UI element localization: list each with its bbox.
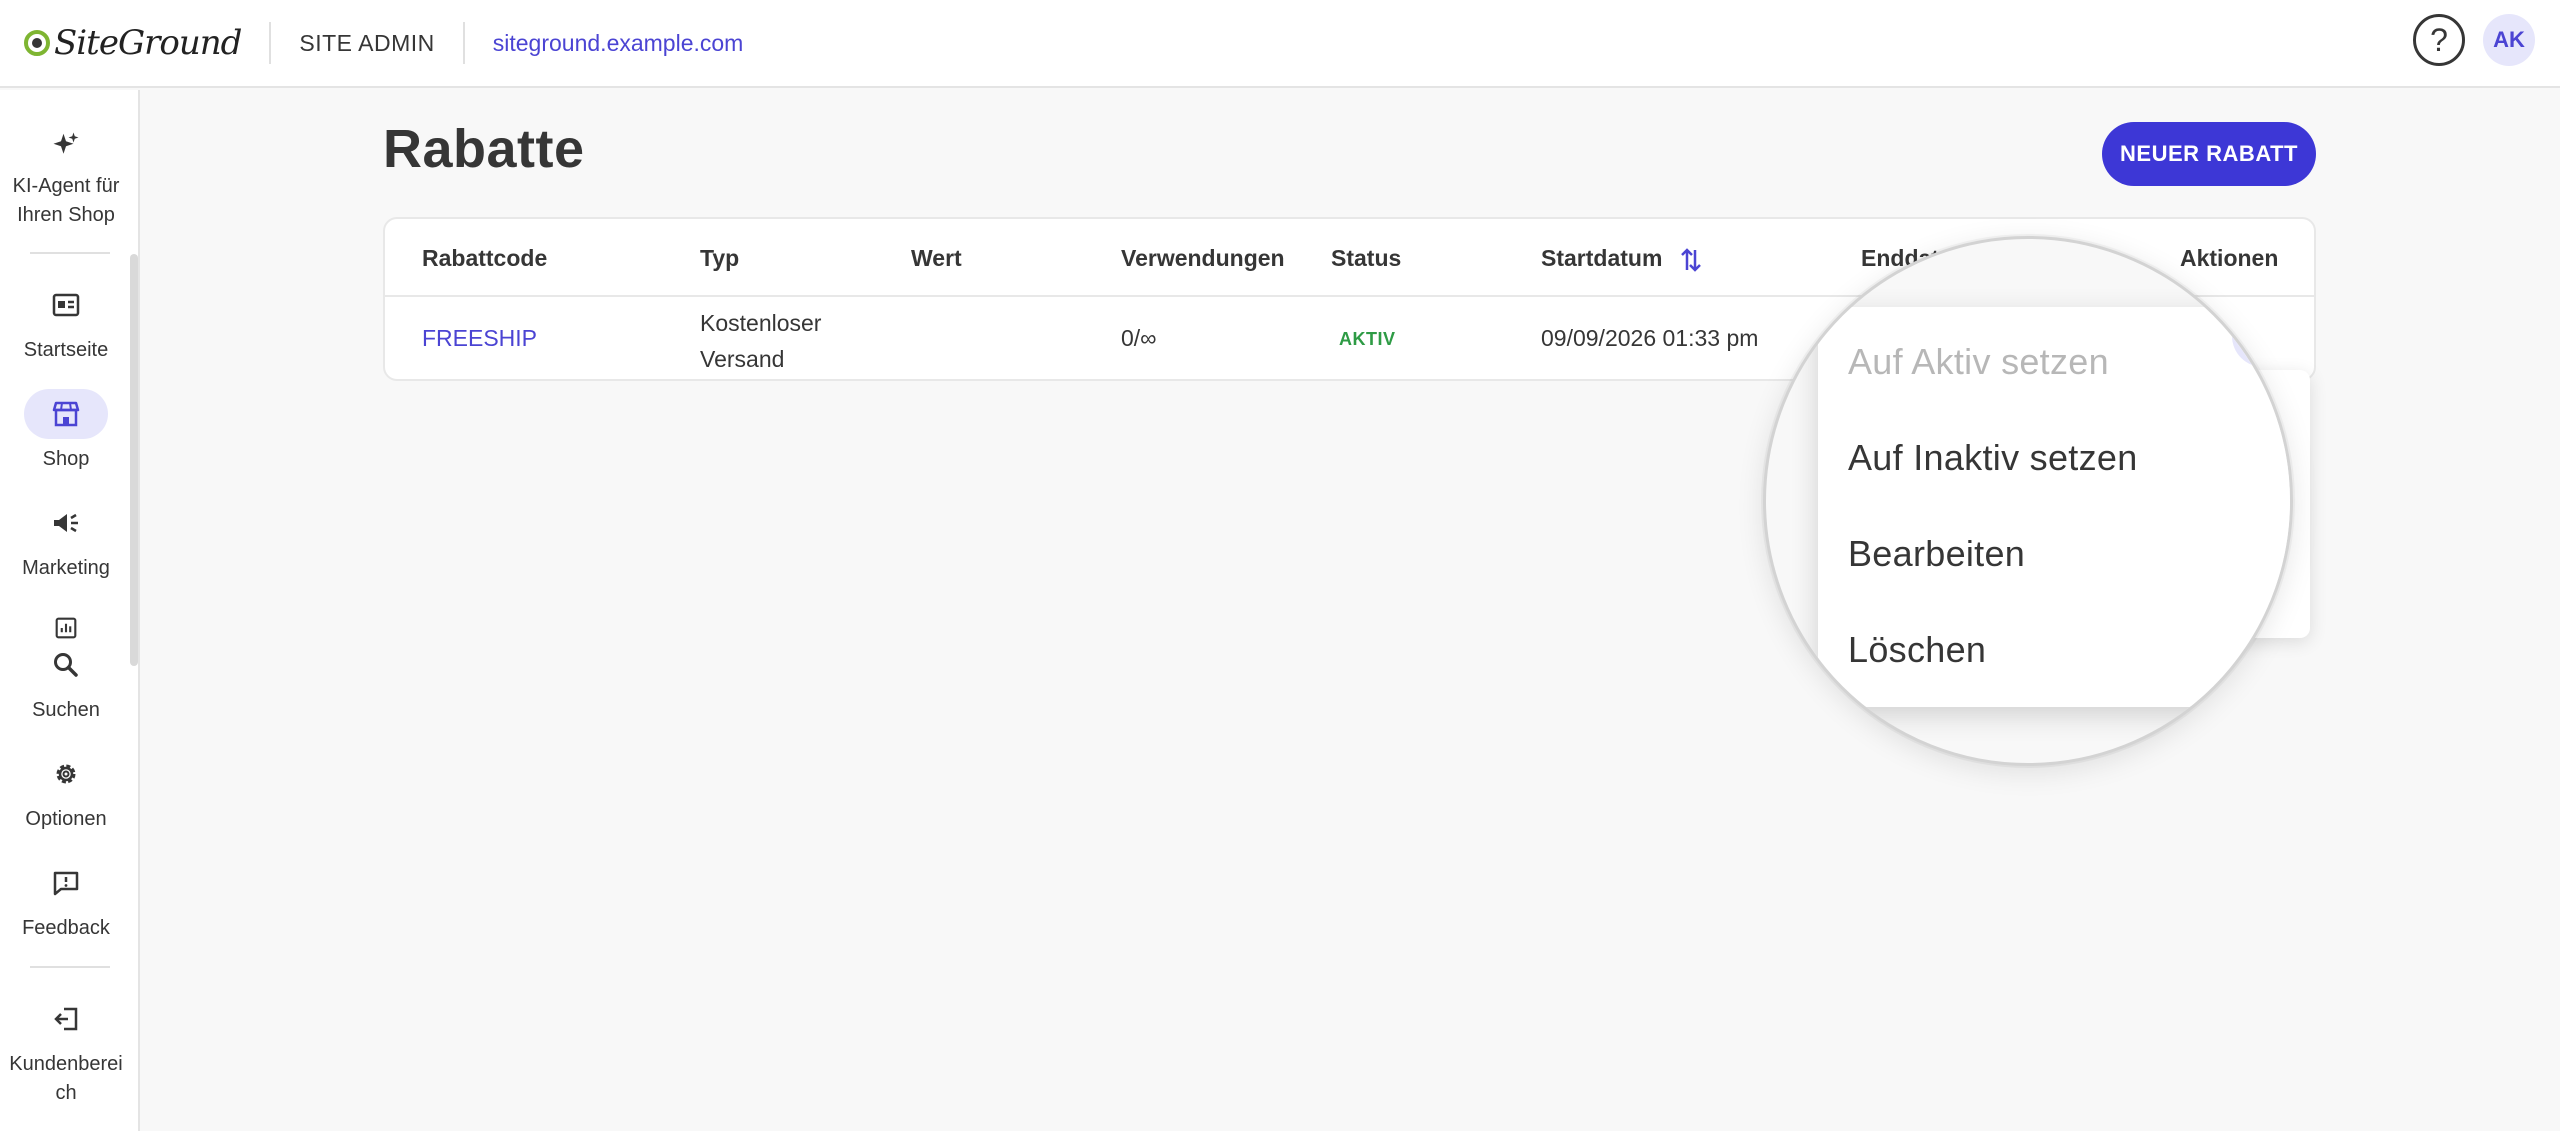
avatar[interactable]: AK <box>2483 14 2535 66</box>
column-header-status: Status <box>1331 245 1402 271</box>
sidebar-item-suchen[interactable]: Suchen <box>0 640 132 725</box>
sidebar-item-label: Optionen <box>25 808 107 830</box>
help-button[interactable]: ? <box>2413 14 2465 66</box>
column-header-verwendungen: Verwendungen <box>1121 245 1285 271</box>
menu-item-set-active: Auf Aktiv setzen <box>1848 341 2109 382</box>
column-header-wert: Wert <box>911 245 962 271</box>
action-menu: Auf Aktiv setzen Auf Inaktiv setzen Bear… <box>1818 307 2290 707</box>
column-header-startdatum[interactable]: Startdatum <box>1541 245 1703 274</box>
sidebar-item-label: Startseite <box>23 339 109 361</box>
sidebar-item-analytics-partial[interactable] <box>0 617 132 639</box>
sparkle-icon <box>24 120 108 170</box>
sidebar-item-label: Feedback <box>22 917 110 939</box>
sidebar-item-kundenbereich[interactable]: Kundenbereich <box>0 994 132 1108</box>
divider <box>462 22 465 64</box>
gear-icon <box>24 749 108 799</box>
menu-item-edit[interactable]: Bearbeiten <box>1848 533 2025 575</box>
sidebar-item-startseite[interactable]: Startseite <box>0 280 132 365</box>
store-icon <box>24 389 108 439</box>
sidebar-item-shop[interactable]: Shop <box>0 389 132 474</box>
divider <box>269 22 272 64</box>
magnifier-lens: Auf Aktiv setzen Auf Inaktiv setzen Bear… <box>1763 236 2293 766</box>
kebab-dot-icon <box>2260 333 2266 339</box>
column-header-label: Startdatum <box>1541 245 1663 271</box>
sidebar-item-feedback[interactable]: Feedback <box>0 858 132 943</box>
sidebar-item-marketing[interactable]: Marketing <box>0 498 132 583</box>
row-actions-button[interactable] <box>2232 305 2290 367</box>
page-title: Rabatte <box>383 119 585 179</box>
kebab-dot-icon <box>2260 342 2266 348</box>
site-url-link[interactable]: siteground.example.com <box>493 30 744 57</box>
sidebar-item-label: Kundenbereich <box>9 1053 123 1104</box>
kebab-dot-icon <box>2260 324 2266 330</box>
search-icon <box>24 640 108 690</box>
column-header-typ: Typ <box>700 245 740 271</box>
column-header-aktionen: Aktionen <box>2180 245 2279 271</box>
menu-item-set-inactive[interactable]: Auf Inaktiv setzen <box>1848 437 2138 479</box>
sidebar-item-label: Shop <box>42 448 90 470</box>
sidebar-divider <box>30 966 110 968</box>
sidebar-divider <box>30 252 110 254</box>
feedback-icon <box>24 858 108 908</box>
discount-code-link[interactable]: FREESHIP <box>422 325 537 352</box>
home-dashboard-icon <box>24 280 108 330</box>
new-discount-button[interactable]: NEUER RABATT <box>2102 122 2316 186</box>
sort-icon[interactable] <box>1679 246 1703 274</box>
sidebar-item-label: KI-Agent für Ihren Shop <box>12 175 120 226</box>
sidebar-item-ki-agent[interactable]: KI-Agent für Ihren Shop <box>0 120 132 230</box>
sidebar-item-label: Marketing <box>22 557 110 579</box>
discount-type: Kostenloser Versand <box>700 305 821 377</box>
top-bar: SiteGround SITE ADMIN siteground.example… <box>0 0 2560 88</box>
type-line: Kostenloser <box>700 310 822 336</box>
logo-text: SiteGround <box>54 23 242 63</box>
status-badge: AKTIV <box>1339 329 1396 349</box>
start-date: 09/09/2026 01:33 pm <box>1541 325 1759 351</box>
help-icon: ? <box>2430 21 2448 58</box>
siteground-logo[interactable]: SiteGround <box>24 0 242 87</box>
type-line: Versand <box>700 346 785 372</box>
column-header-rabattcode: Rabattcode <box>422 245 548 271</box>
sidebar-item-optionen[interactable]: Optionen <box>0 749 132 834</box>
logo-mark-icon <box>24 30 50 56</box>
exit-icon <box>24 994 108 1044</box>
sidebar: KI-Agent für Ihren Shop Startseite Shop … <box>0 90 140 1131</box>
usage-count: 0/∞ <box>1121 325 1157 351</box>
sidebar-item-label: Suchen <box>32 699 100 721</box>
megaphone-icon <box>24 498 108 548</box>
menu-item-delete[interactable]: Löschen <box>1848 629 1986 671</box>
chart-icon <box>55 617 77 639</box>
section-label: SITE ADMIN <box>299 29 435 56</box>
